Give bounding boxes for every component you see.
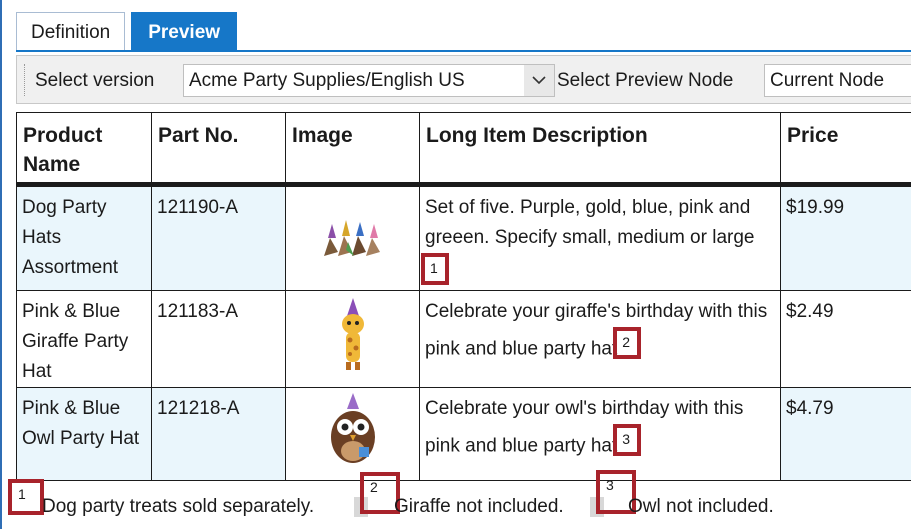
product-name-cell: Pink & Blue Owl Party Hat (17, 388, 152, 481)
part-no-cell: 121190-A (152, 185, 286, 291)
header-price: Price (781, 113, 911, 185)
description-cell: Celebrate your owl's birthday with this … (420, 388, 781, 481)
header-image: Image (286, 113, 420, 185)
giraffe-party-hat-image (286, 291, 420, 388)
preview-toolbar: Select version Acme Party Supplies/Engli… (16, 55, 911, 104)
product-name-cell: Pink & Blue Giraffe Party Hat (17, 291, 152, 388)
tab-preview[interactable]: Preview (131, 12, 237, 51)
select-preview-node-label: Select Preview Node (557, 56, 733, 105)
footnote-text: Giraffe not included. (394, 484, 564, 530)
tab-underline (16, 50, 911, 52)
description-text: Celebrate your giraffe's birthday with t… (425, 301, 767, 359)
description-text: Set of five. Purple, gold, blue, pink an… (425, 197, 754, 248)
description-cell: Set of five. Purple, gold, blue, pink an… (420, 185, 781, 291)
tab-bar: Definition Preview (16, 12, 243, 51)
part-no-cell: 121183-A (152, 291, 286, 388)
version-select-value: Acme Party Supplies/English US (189, 70, 465, 91)
table-row: Pink & Blue Giraffe Party Hat 121183-A (17, 291, 911, 388)
dogs-party-hats-image (286, 185, 420, 291)
product-table: Product Name Part No. Image Long Item De… (16, 112, 911, 481)
footnote-marker[interactable]: 1 (421, 253, 449, 285)
preview-node-select[interactable]: Current Node (764, 64, 911, 97)
chevron-down-icon[interactable] (524, 65, 554, 96)
footnote-marker[interactable]: 3 (613, 424, 641, 456)
description-text: Celebrate your owl's birthday with this … (425, 398, 743, 456)
price-cell: $2.49 (781, 291, 911, 388)
header-part-no: Part No. (152, 113, 286, 185)
price-cell: $4.79 (781, 388, 911, 481)
toolbar-grip (24, 64, 28, 96)
footnote-marker[interactable]: 2 (613, 327, 641, 359)
owl-party-hat-image (286, 388, 420, 481)
footnote-text: Dog party treats sold separately. (42, 484, 314, 530)
price-cell: $19.99 (781, 185, 911, 291)
footnotes: 1 Dog party treats sold separately. 2 Gi… (16, 484, 911, 529)
header-product-name: Product Name (17, 113, 152, 185)
footnote-number[interactable]: 1 (8, 479, 44, 515)
product-name-cell: Dog Party Hats Assortment (17, 185, 152, 291)
table-row: Dog Party Hats Assortment 121190-A (17, 185, 911, 291)
table-header-row: Product Name Part No. Image Long Item De… (17, 113, 911, 185)
tab-definition[interactable]: Definition (16, 12, 125, 51)
select-version-label: Select version (35, 56, 154, 105)
part-no-cell: 121218-A (152, 388, 286, 481)
header-long-description: Long Item Description (420, 113, 781, 185)
preview-panel: Definition Preview Select version Acme P… (0, 0, 911, 529)
product-table-wrap: Product Name Part No. Image Long Item De… (16, 112, 911, 481)
preview-node-value: Current Node (770, 70, 884, 91)
description-cell: Celebrate your giraffe's birthday with t… (420, 291, 781, 388)
footnote-text: Owl not included. (628, 484, 774, 530)
version-select[interactable]: Acme Party Supplies/English US (183, 64, 555, 97)
table-row: Pink & Blue Owl Party Hat 121218-A (17, 388, 911, 481)
